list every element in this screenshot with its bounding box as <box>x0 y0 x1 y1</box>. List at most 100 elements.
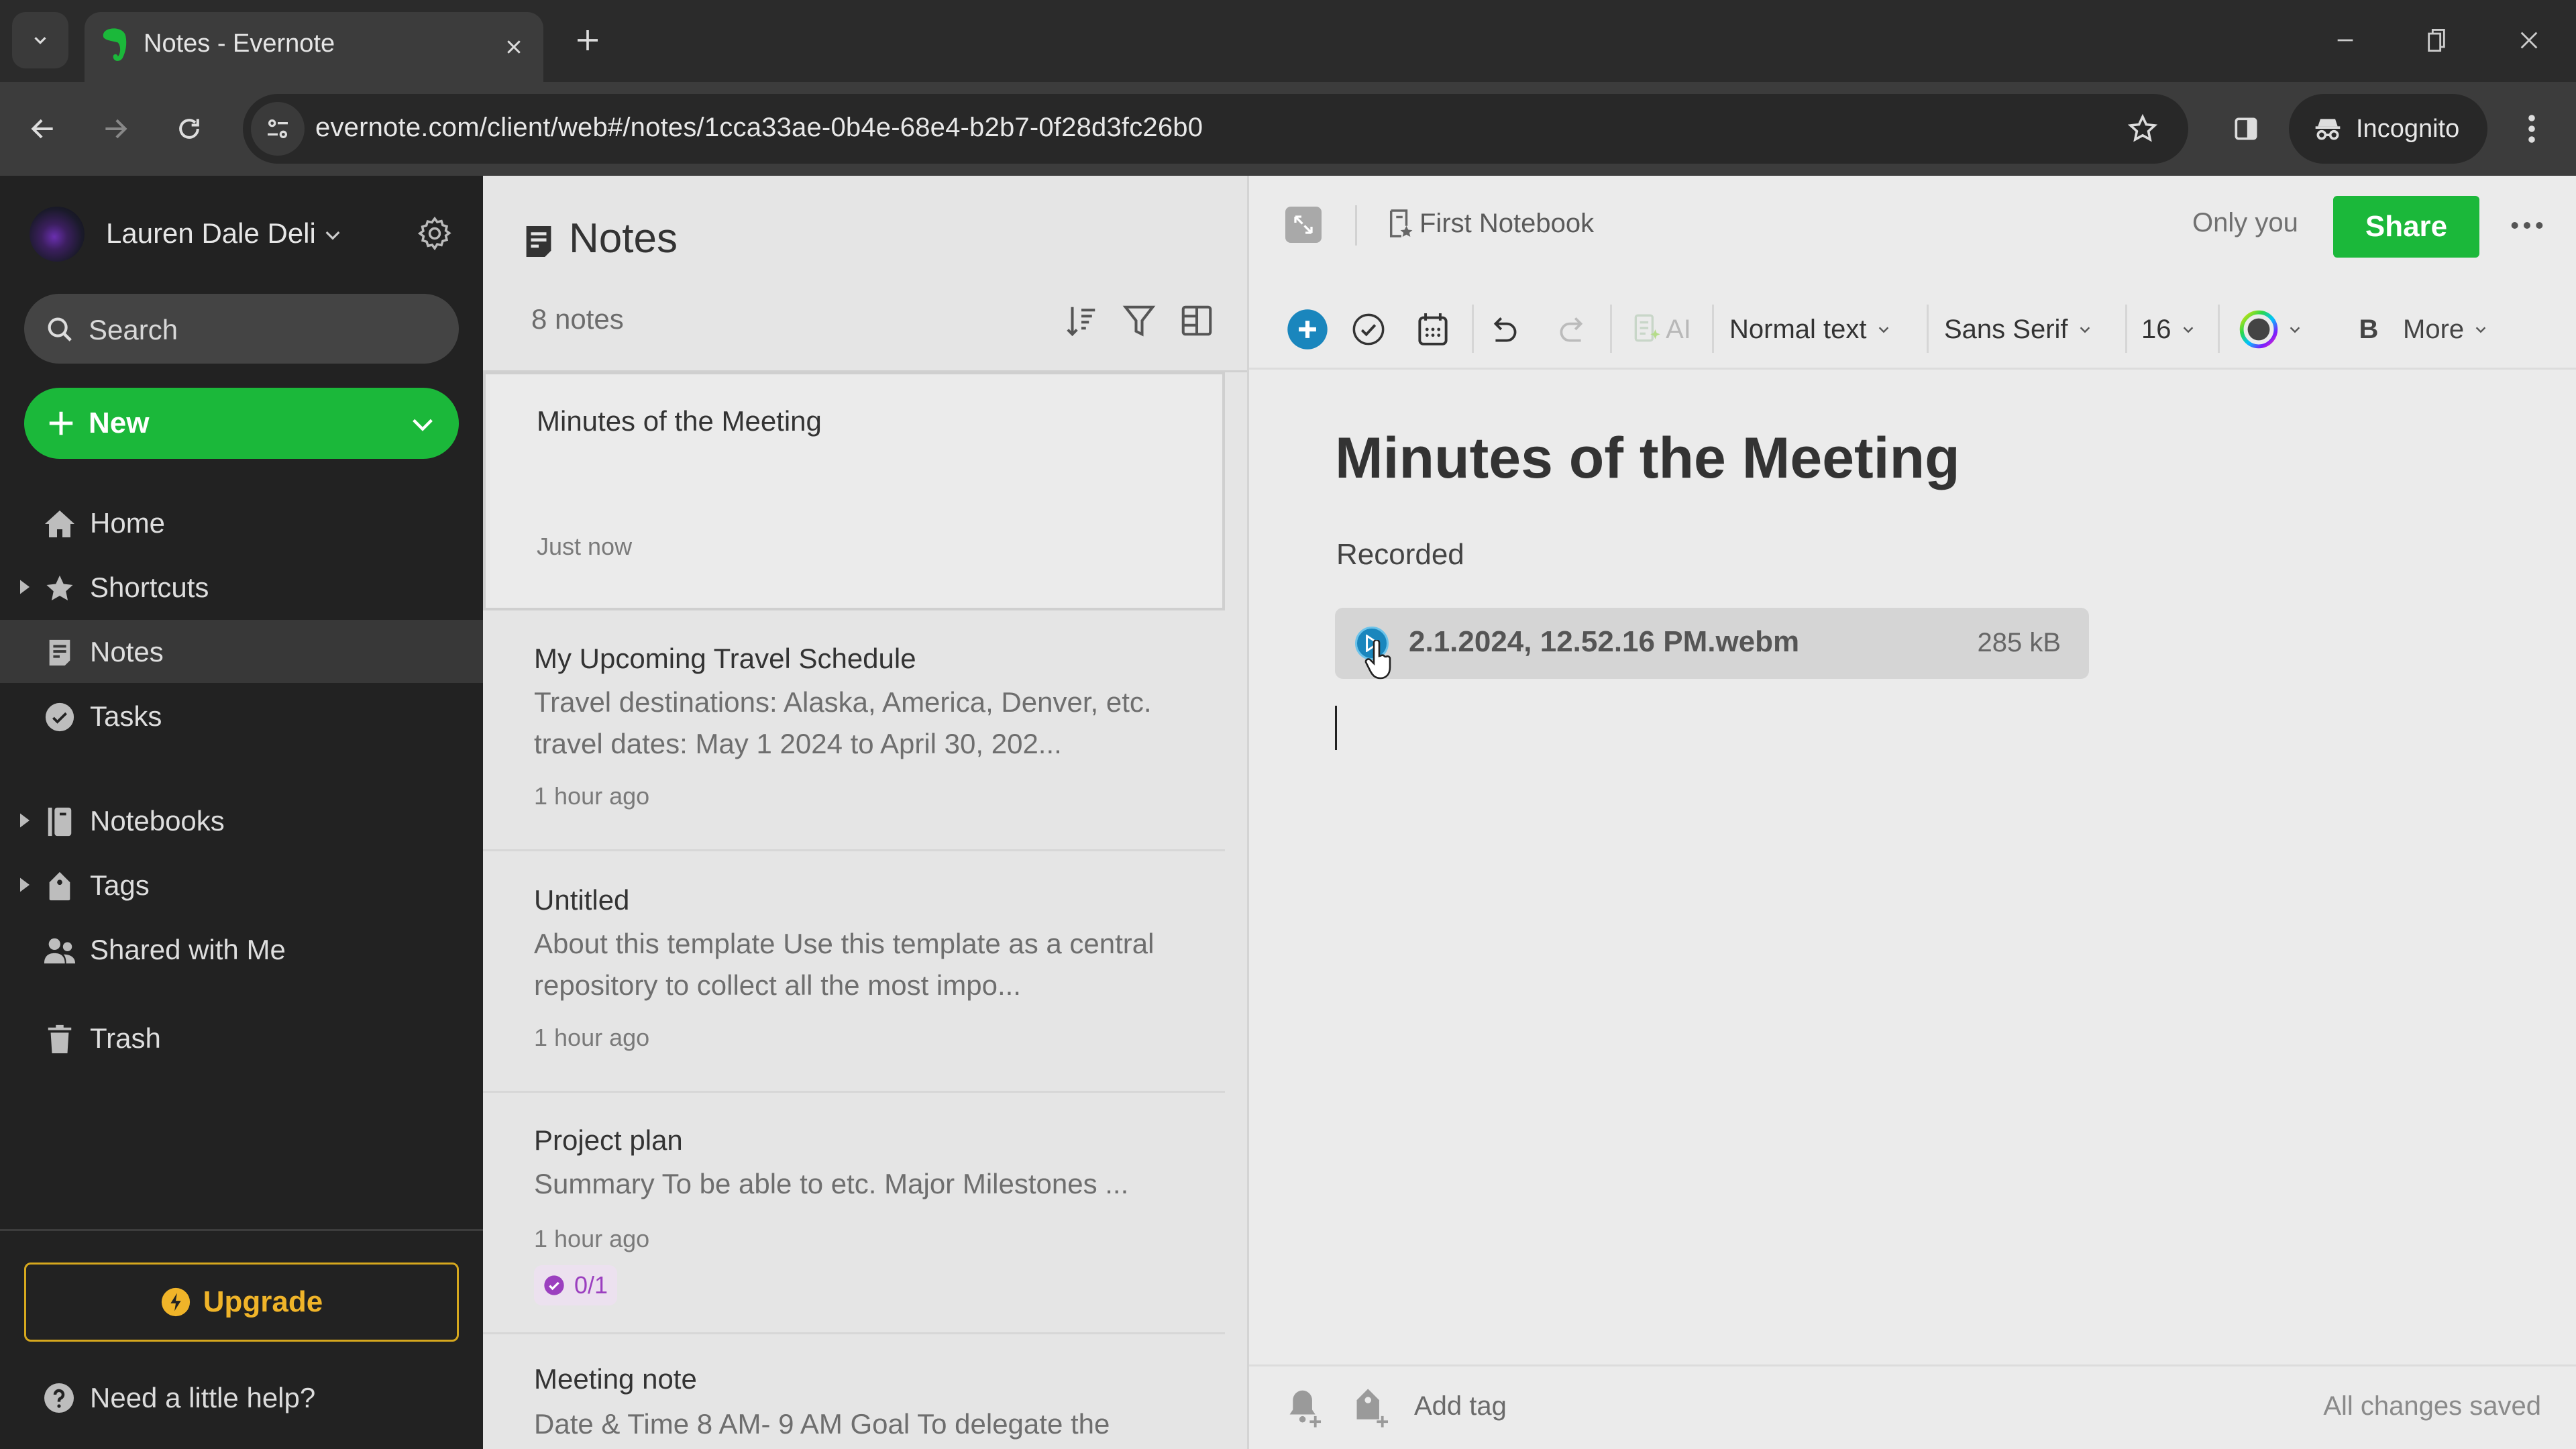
note-list-item[interactable]: Minutes of the Meeting Just now <box>483 372 1225 610</box>
address-bar[interactable]: evernote.com/client/web#/notes/1cca33ae-… <box>243 94 2188 164</box>
bookmark-button[interactable] <box>2124 110 2161 148</box>
text-style-dropdown[interactable]: Normal text <box>1729 307 1891 352</box>
sidebar-item-home[interactable]: Home <box>0 491 483 554</box>
search-input[interactable]: Search <box>24 294 459 364</box>
caret-right-icon[interactable] <box>20 813 30 828</box>
note-title-input[interactable]: Minutes of the Meeting <box>1335 425 1960 492</box>
view-options-button[interactable] <box>1175 299 1218 342</box>
sidebar-item-label: Trash <box>90 1022 161 1054</box>
user-name[interactable]: Lauren Dale Deli <box>106 217 316 250</box>
note-time: 1 hour ago <box>534 1225 650 1252</box>
divider <box>483 1332 1225 1334</box>
sort-button[interactable] <box>1060 299 1103 342</box>
ellipsis-icon <box>2511 222 2543 229</box>
reload-button[interactable] <box>168 107 211 150</box>
expand-note-button[interactable] <box>1285 207 1322 243</box>
add-reminder-button[interactable] <box>1283 1385 1326 1432</box>
upgrade-button[interactable]: Upgrade <box>24 1263 459 1342</box>
sidebar-item-notes[interactable]: Notes <box>0 620 483 683</box>
minimize-window-button[interactable] <box>2318 20 2372 60</box>
sidebar: Lauren Dale Deli Search New Home Shortcu… <box>0 176 483 1449</box>
insert-task-button[interactable] <box>1348 307 1389 352</box>
add-tag-icon-button[interactable] <box>1350 1385 1393 1432</box>
more-formatting-dropdown[interactable]: More <box>2403 307 2488 352</box>
font-size-value: 16 <box>2141 314 2171 344</box>
chevron-down-icon[interactable] <box>409 413 436 436</box>
people-icon <box>43 934 76 967</box>
calendar-icon <box>1418 313 1448 345</box>
sidebar-item-tasks[interactable]: Tasks <box>0 684 483 747</box>
back-button[interactable] <box>21 107 64 150</box>
new-tab-button[interactable] <box>568 20 608 60</box>
redo-button[interactable] <box>1551 307 1591 352</box>
close-tab-button[interactable] <box>495 28 533 66</box>
url-text[interactable]: evernote.com/client/web#/notes/1cca33ae-… <box>315 113 1203 143</box>
new-note-button[interactable]: New <box>24 388 459 459</box>
divider <box>1712 305 1714 353</box>
undo-button[interactable] <box>1485 307 1525 352</box>
incognito-profile-button[interactable]: Incognito <box>2289 94 2487 164</box>
font-family-dropdown[interactable]: Sans Serif <box>1944 307 2092 352</box>
sharing-status: Only you <box>2192 208 2298 237</box>
note-title: Project plan <box>534 1124 683 1156</box>
tab-search-button[interactable] <box>12 12 68 68</box>
share-button[interactable]: Share <box>2333 196 2479 258</box>
notebook-breadcrumb[interactable]: First Notebook <box>1387 208 1594 239</box>
bold-button[interactable]: B <box>2352 307 2385 352</box>
close-window-button[interactable] <box>2502 20 2556 60</box>
note-list-item[interactable]: Meeting note Date & Time 8 AM- 9 AM Goal… <box>483 1335 1225 1449</box>
chevron-down-icon <box>2183 327 2193 333</box>
active-tab[interactable]: Notes - Evernote <box>85 12 543 82</box>
note-list-item[interactable]: Untitled About this template Use this te… <box>483 852 1225 1091</box>
filter-button[interactable] <box>1118 299 1161 342</box>
divider <box>1355 205 1357 246</box>
upgrade-label: Upgrade <box>203 1285 323 1318</box>
settings-button[interactable] <box>413 212 456 255</box>
filter-icon <box>1122 305 1156 337</box>
sidebar-item-tags[interactable]: Tags <box>0 853 483 916</box>
chevron-down-icon[interactable] <box>322 224 343 246</box>
note-title: Minutes of the Meeting <box>537 405 822 437</box>
font-size-dropdown[interactable]: 16 <box>2141 307 2196 352</box>
note-icon <box>523 223 554 260</box>
more-label: More <box>2403 314 2465 344</box>
note-snippet: About this template Use this template as… <box>534 928 1155 1001</box>
site-info-button[interactable] <box>251 102 305 156</box>
sidebar-item-trash[interactable]: Trash <box>0 1006 483 1069</box>
caret-right-icon[interactable] <box>20 877 30 892</box>
help-icon <box>44 1383 74 1413</box>
note-list-item[interactable]: Project plan Summary To be able to etc. … <box>483 1093 1225 1335</box>
browser-toolbar: evernote.com/client/web#/notes/1cca33ae-… <box>0 82 2576 176</box>
add-tag-input[interactable]: Add tag <box>1414 1391 1507 1421</box>
font-family-value: Sans Serif <box>1944 314 2068 344</box>
sidebar-item-label: Tags <box>90 869 150 901</box>
sidebar-item-shortcuts[interactable]: Shortcuts <box>0 555 483 619</box>
sidebar-item-notebooks[interactable]: Notebooks <box>0 789 483 852</box>
more-actions-button[interactable] <box>2504 205 2551 246</box>
divider <box>1249 368 2576 370</box>
side-panel-icon <box>2235 117 2257 140</box>
sidebar-item-label: Notebooks <box>90 805 225 837</box>
caret-right-icon[interactable] <box>20 580 30 594</box>
note-list-item[interactable]: My Upcoming Travel Schedule Travel desti… <box>483 613 1225 855</box>
avatar[interactable] <box>30 207 85 262</box>
expand-icon <box>1294 215 1313 234</box>
sidebar-item-label: Notes <box>90 636 164 667</box>
help-link[interactable]: Need a little help? <box>43 1378 315 1418</box>
audio-attachment[interactable]: 2.1.2024, 12.52.16 PM.webm 285 kB <box>1335 608 2089 679</box>
restore-window-button[interactable] <box>2410 20 2463 60</box>
browser-menu-button[interactable] <box>2510 107 2553 150</box>
minimize-icon <box>2337 39 2353 42</box>
forward-button[interactable] <box>94 107 137 150</box>
note-time: 1 hour ago <box>534 782 650 810</box>
side-panel-button[interactable] <box>2224 107 2267 150</box>
divider <box>1927 305 1929 353</box>
sidebar-item-shared-with-me[interactable]: Shared with Me <box>0 918 483 981</box>
plus-icon <box>46 408 76 439</box>
divider <box>1472 305 1474 353</box>
insert-calendar-button[interactable] <box>1413 307 1453 352</box>
note-body-text[interactable]: Recorded <box>1336 538 1464 572</box>
ai-button[interactable]: AI <box>1625 307 1699 352</box>
text-color-dropdown[interactable] <box>2239 307 2302 352</box>
insert-button[interactable] <box>1285 307 1330 352</box>
